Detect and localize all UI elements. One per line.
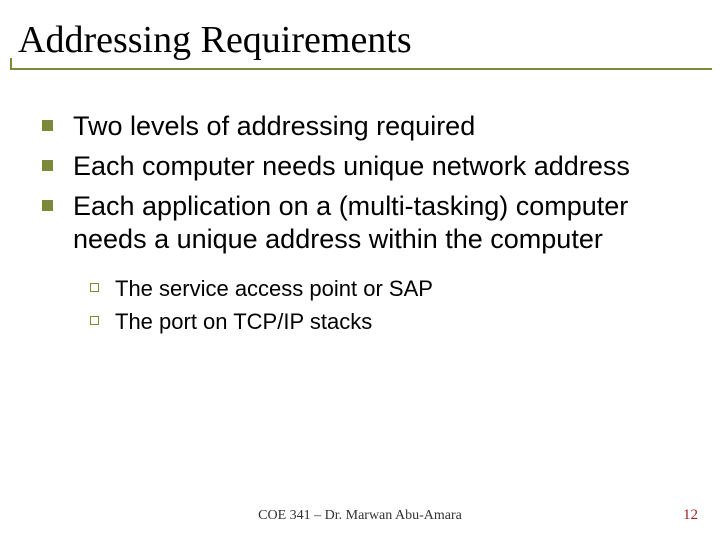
hollow-square-bullet-icon (90, 316, 99, 325)
slide: Addressing Requirements Two levels of ad… (0, 0, 720, 540)
sub-bullet-text: The service access point or SAP (115, 275, 433, 304)
sub-bullet-group: The service access point or SAP The port… (90, 275, 690, 336)
square-bullet-icon (42, 120, 53, 131)
bullet-level1: Two levels of addressing required (42, 110, 690, 144)
bullet-text: Each application on a (multi-tasking) co… (73, 190, 690, 258)
footer-course-author: COE 341 – Dr. Marwan Abu-Amara (0, 508, 720, 524)
title-underline (10, 68, 712, 78)
slide-title: Addressing Requirements (18, 18, 412, 62)
bullet-level1: Each computer needs unique network addre… (42, 150, 690, 184)
bullet-text: Two levels of addressing required (73, 110, 475, 144)
bullet-level1: Each application on a (multi-tasking) co… (42, 190, 690, 258)
hollow-square-bullet-icon (90, 283, 99, 292)
bullet-text: Each computer needs unique network addre… (73, 150, 630, 184)
title-underline-line (10, 68, 712, 70)
title-underline-notch (10, 58, 12, 68)
square-bullet-icon (42, 160, 53, 171)
slide-body: Two levels of addressing required Each c… (42, 110, 690, 340)
slide-number: 12 (683, 507, 698, 524)
bullet-level2: The port on TCP/IP stacks (90, 308, 690, 337)
square-bullet-icon (42, 200, 53, 211)
bullet-level2: The service access point or SAP (90, 275, 690, 304)
sub-bullet-text: The port on TCP/IP stacks (115, 308, 372, 337)
